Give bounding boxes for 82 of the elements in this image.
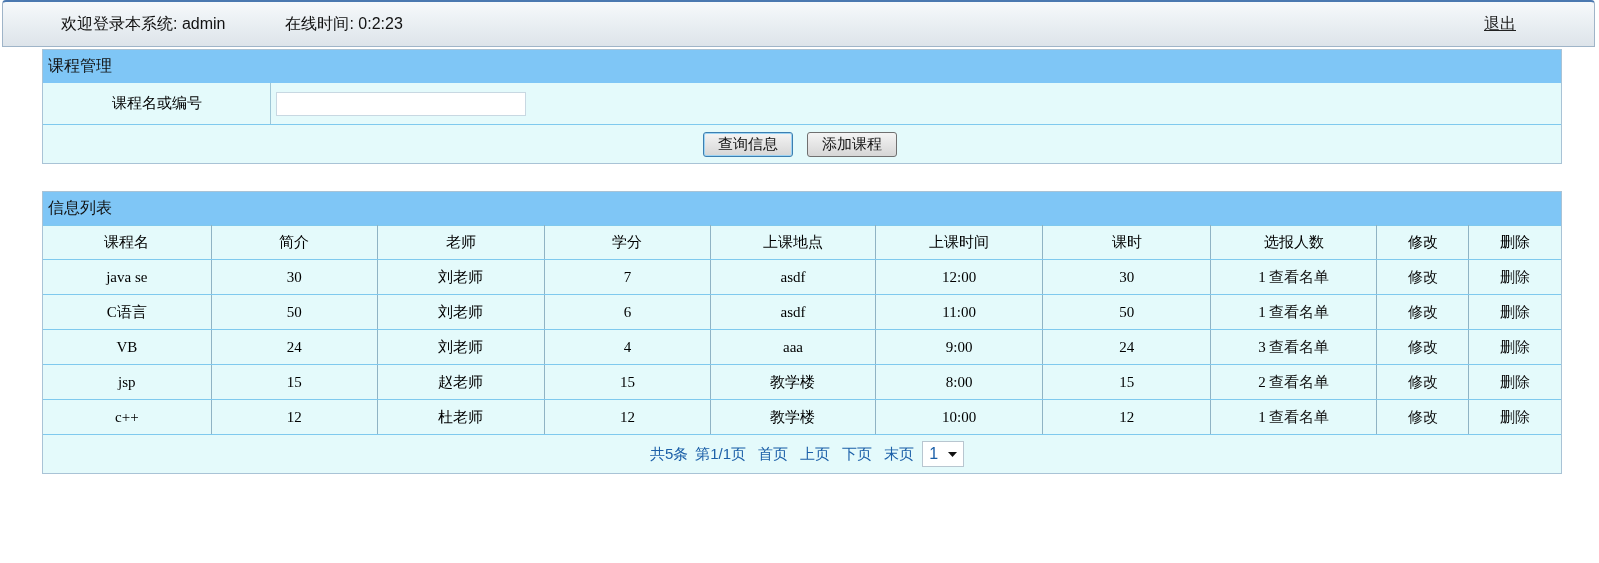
table-cell: 9:00 [945, 338, 973, 355]
table-cell: java se [106, 268, 148, 285]
page-link[interactable]: 末页 [884, 444, 915, 464]
column-header: 课时 [1111, 233, 1142, 250]
delete-link[interactable]: 删除 [1500, 337, 1531, 355]
table-cell: 教学楼 [770, 373, 816, 390]
table-cell: VB [116, 338, 138, 355]
roster-link[interactable]: 查看名单 [1269, 267, 1330, 285]
column-header: 简介 [279, 233, 310, 250]
delete-link[interactable]: 删除 [1500, 407, 1531, 425]
record-count: 共5条 [649, 444, 689, 464]
edit-link[interactable]: 修改 [1407, 372, 1438, 390]
delete-link[interactable]: 删除 [1500, 372, 1531, 390]
table-cell: 7 [623, 268, 632, 285]
edit-link[interactable]: 修改 [1407, 267, 1438, 285]
table-cell: 12 [619, 408, 635, 425]
roster-link[interactable]: 查看名单 [1269, 337, 1330, 355]
page-indicator: 第1/1页 [695, 444, 747, 464]
table-cell: 12 [286, 408, 302, 425]
delete-link[interactable]: 删除 [1500, 302, 1531, 320]
table-cell: c++ [115, 408, 139, 425]
table-cell: 刘老师 [438, 338, 484, 355]
table-cell: asdf [780, 268, 806, 285]
table-cell: 杜老师 [438, 408, 484, 425]
column-header: 老师 [445, 233, 476, 250]
table-cell: 刘老师 [438, 268, 484, 285]
delete-link[interactable]: 删除 [1500, 267, 1531, 285]
column-header: 上课地点 [763, 233, 823, 250]
page-link[interactable]: 上页 [800, 444, 831, 464]
table-cell: C语言 [106, 303, 147, 320]
logout-link[interactable]: 退出 [1484, 13, 1516, 35]
enrolled-count: 3 [1258, 338, 1266, 355]
table-cell: asdf [780, 303, 806, 320]
column-header: 修改 [1407, 233, 1438, 250]
roster-link[interactable]: 查看名单 [1269, 407, 1330, 425]
table-cell: 赵老师 [438, 373, 484, 390]
edit-link[interactable]: 修改 [1407, 302, 1438, 320]
enrolled-count: 1 [1258, 303, 1266, 320]
roster-link[interactable]: 查看名单 [1269, 372, 1330, 390]
page-select[interactable]: 1 [922, 441, 965, 467]
query-button[interactable]: 查询信息 [702, 131, 793, 157]
panel-title: 课程管理 [43, 50, 1561, 83]
column-header: 上课时间 [929, 233, 990, 250]
caret-icon [948, 451, 958, 457]
table-cell: 11:00 [942, 303, 976, 320]
table-cell: 50 [286, 303, 302, 320]
table-cell: 6 [623, 303, 632, 320]
table-cell: 12 [1119, 408, 1135, 425]
edit-link[interactable]: 修改 [1407, 337, 1438, 355]
table-cell: aaa [783, 338, 803, 355]
table-cell: 4 [623, 338, 632, 355]
column-header: 课程名 [104, 233, 150, 250]
table-cell: 教学楼 [770, 408, 816, 425]
edit-link[interactable]: 修改 [1407, 407, 1438, 425]
page-link[interactable]: 首页 [758, 444, 789, 464]
table-cell: 15 [619, 373, 635, 390]
enrolled-count: 1 [1258, 408, 1266, 425]
search-field[interactable] [276, 91, 526, 116]
enrolled-count: 2 [1258, 373, 1266, 390]
table-cell: 24 [286, 338, 302, 355]
column-header: 删除 [1500, 233, 1531, 250]
panel-title: 信息列表 [43, 192, 1561, 225]
table-cell: 30 [286, 268, 302, 285]
column-header: 学分 [612, 233, 643, 250]
roster-link[interactable]: 查看名单 [1269, 302, 1330, 320]
table-cell: 10:00 [942, 408, 977, 425]
welcome-text: 欢迎登录本系统: admin [61, 13, 226, 34]
table-cell: 30 [1119, 268, 1135, 285]
table-cell: 刘老师 [438, 303, 484, 320]
table-cell: 15 [286, 373, 302, 390]
table-cell: 15 [1119, 373, 1135, 390]
online-time: 在线时间: 0:2:23 [285, 13, 403, 34]
column-header: 选报人数 [1263, 233, 1324, 250]
table-cell: 8:00 [945, 373, 973, 390]
enrolled-count: 1 [1258, 268, 1266, 285]
add-course-button[interactable]: 添加课程 [806, 131, 897, 157]
table-cell: 12:00 [942, 268, 977, 285]
field-label: 课程名或编号 [43, 83, 271, 124]
page-link[interactable]: 下页 [842, 444, 873, 464]
table-cell: 24 [1119, 338, 1135, 355]
table-cell: jsp [118, 373, 136, 390]
table-cell: 50 [1119, 303, 1135, 320]
